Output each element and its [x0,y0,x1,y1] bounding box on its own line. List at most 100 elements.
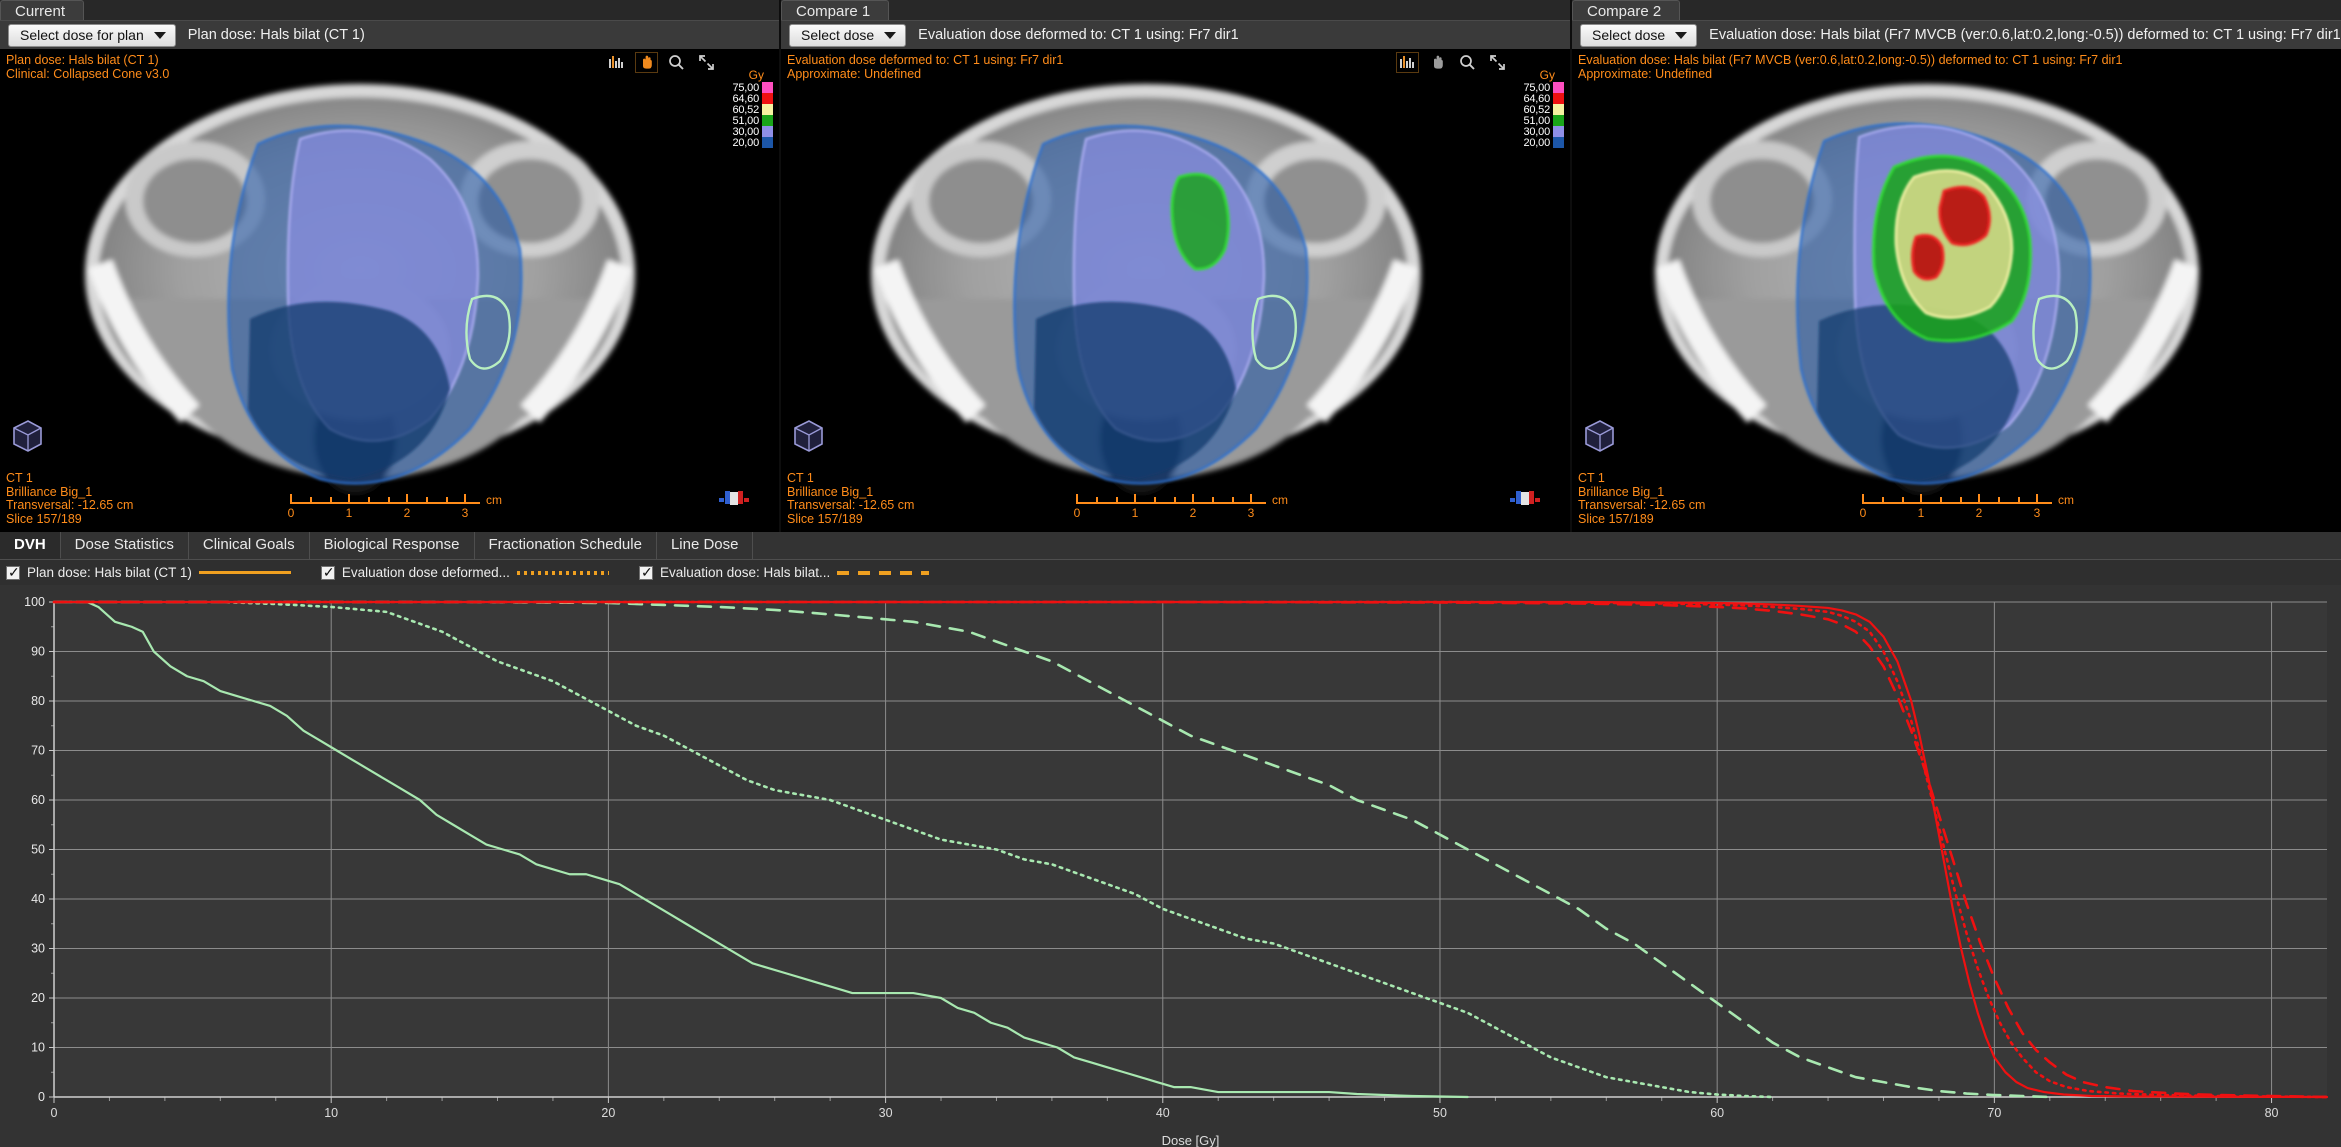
patient-info-compare-2: CT 1 Brilliance Big_1 Transversal: -12.6… [1578,471,1705,526]
ct-image-compare-1 [781,49,1570,532]
dose-unit-label: Gy [748,68,764,82]
ct-canvas-current[interactable]: Plan dose: Hals bilat (CT 1) Clinical: C… [0,49,779,532]
ruler-unit: cm [486,493,502,507]
legend-line-dotted-icon [516,570,609,575]
tab-clinical-goals[interactable]: Clinical Goals [189,532,310,559]
pan-hand-icon[interactable] [1427,53,1448,72]
chevron-down-icon [1675,31,1688,39]
svg-text:70: 70 [1987,1106,2001,1120]
select-dose-label: Select dose [1592,27,1666,43]
tab-dose-statistics[interactable]: Dose Statistics [61,532,189,559]
compare-1-dose-title: Evaluation dose deformed to: CT 1 using:… [918,27,1239,43]
svg-text:10: 10 [31,1041,45,1055]
svg-text:70: 70 [31,744,45,758]
tab-current[interactable]: Current [0,0,85,20]
info-ct: CT 1 [1578,471,1605,485]
info-position: Transversal: -12.65 cm [787,498,915,512]
viewport-icons-compare-1 [1396,52,1508,73]
fullscreen-icon[interactable] [1487,53,1508,72]
info-ct: CT 1 [787,471,814,485]
legend-checkbox[interactable] [6,564,20,581]
pan-hand-icon[interactable] [635,52,658,73]
svg-text:90: 90 [31,645,45,659]
ct-canvas-compare-2[interactable]: Evaluation dose: Hals bilat (Fr7 MVCB (v… [1572,49,2341,532]
svg-text:80: 80 [2265,1106,2279,1120]
dose-overlay-compare-2: Evaluation dose: Hals bilat (Fr7 MVCB (v… [1578,53,2122,81]
legend-label: Evaluation dose: Hals bilat... [659,565,831,580]
legend-item-eval-mvcb[interactable]: Evaluation dose: Hals bilat... [638,564,930,581]
ruler-tick-label: 0 [1859,506,1867,520]
dose-level-swatch [762,104,773,115]
info-series: Brilliance Big_1 [6,484,93,499]
svg-text:10: 10 [324,1106,338,1120]
window-level-icon[interactable] [606,53,627,72]
dose-level-row: 60,52 [1512,104,1564,116]
window-level-icon[interactable] [1396,52,1419,73]
orientation-cube-icon[interactable] [1580,416,1618,454]
scale-ruler-current: cm 0 1 2 3 [288,493,502,520]
dose-level-swatch [1553,104,1564,115]
dose-level-swatch [1553,93,1564,104]
tab-compare-1[interactable]: Compare 1 [781,0,890,20]
ruler-tick-label: 1 [1131,506,1139,520]
dose-level-swatch [1553,126,1564,137]
legend-line-dashed-icon [837,570,930,575]
viewport-icons-current [606,52,717,73]
legend-label: Evaluation dose deformed... [341,565,510,580]
ruler-bar: cm [1076,493,1288,507]
anatomical-orientation-icon [1510,491,1540,505]
dose-legend-current: Gy 75,00 64,60 60,52 51,00 30,00 20,00 [721,68,773,149]
legend-item-eval-deformed[interactable]: Evaluation dose deformed... [320,564,609,581]
select-dose-for-plan-button[interactable]: Select dose for plan [8,23,176,47]
ct-canvas-compare-1[interactable]: Evaluation dose deformed to: CT 1 using:… [781,49,1570,532]
tab-compare-2[interactable]: Compare 2 [1572,0,1681,20]
select-dose-button-compare-2[interactable]: Select dose [1580,23,1698,47]
dose-level-swatch [762,137,773,148]
info-slice: Slice 157/189 [1578,511,1654,526]
dose-level-row: 20,00 [721,137,773,149]
tabstrip-current: Current [0,0,779,20]
viewport-compare-2: Compare 2 Select dose Evaluation dose: H… [1572,0,2341,532]
tab-line-dose[interactable]: Line Dose [657,532,754,559]
info-series: Brilliance Big_1 [787,484,874,499]
orientation-cube-icon[interactable] [8,416,46,454]
dose-level-row: 51,00 [1512,115,1564,127]
tab-biological-response[interactable]: Biological Response [310,532,475,559]
magnifier-icon[interactable] [666,53,687,72]
svg-text:60: 60 [1710,1106,1724,1120]
tab-dvh[interactable]: DVH [0,532,61,559]
anatomical-orientation-icon [719,491,749,505]
svg-text:20: 20 [601,1106,615,1120]
isodose-64gy-a [1938,185,1991,247]
legend-line-solid-icon [198,571,291,574]
dvh-legend-bar: Plan dose: Hals bilat (CT 1) Evaluation … [0,560,2341,585]
select-dose-button-compare-1[interactable]: Select dose [789,23,907,47]
orientation-cube-icon[interactable] [789,416,827,454]
dose-level-swatch [1553,137,1564,148]
fullscreen-icon[interactable] [696,53,717,72]
isodose-64gy-b [1911,234,1945,281]
bottom-panel: DVH Dose Statistics Clinical Goals Biolo… [0,532,2341,1147]
info-ct: CT 1 [6,471,33,485]
dose-level-value: 20,00 [1523,136,1550,149]
ruler-tick-label: 1 [1917,506,1925,520]
info-series: Brilliance Big_1 [1578,484,1665,499]
ruler-tick-label: 2 [403,506,411,520]
dvh-chart[interactable]: DVH Volume [%] 0102030405060708090100010… [0,585,2341,1147]
dose-level-row: 64,60 [1512,93,1564,105]
ruler-tick-label: 1 [345,506,353,520]
legend-item-plan-dose[interactable]: Plan dose: Hals bilat (CT 1) [6,564,291,581]
dose-level-row: 75,00 [721,82,773,94]
ruler-tick-label: 2 [1189,506,1197,520]
svg-text:0: 0 [51,1106,58,1120]
svg-text:60: 60 [31,793,45,807]
magnifier-icon[interactable] [1457,53,1478,72]
compare-2-dose-title: Evaluation dose: Hals bilat (Fr7 MVCB (v… [1709,27,2341,43]
tab-fractionation-schedule[interactable]: Fractionation Schedule [475,532,657,559]
svg-text:20: 20 [31,991,45,1005]
dose-level-row: 75,00 [1512,82,1564,94]
legend-checkbox[interactable] [638,564,653,581]
scale-ruler-compare-2: cm 0 1 2 3 [1860,493,2074,520]
svg-text:50: 50 [31,843,45,857]
legend-checkbox[interactable] [320,564,335,581]
